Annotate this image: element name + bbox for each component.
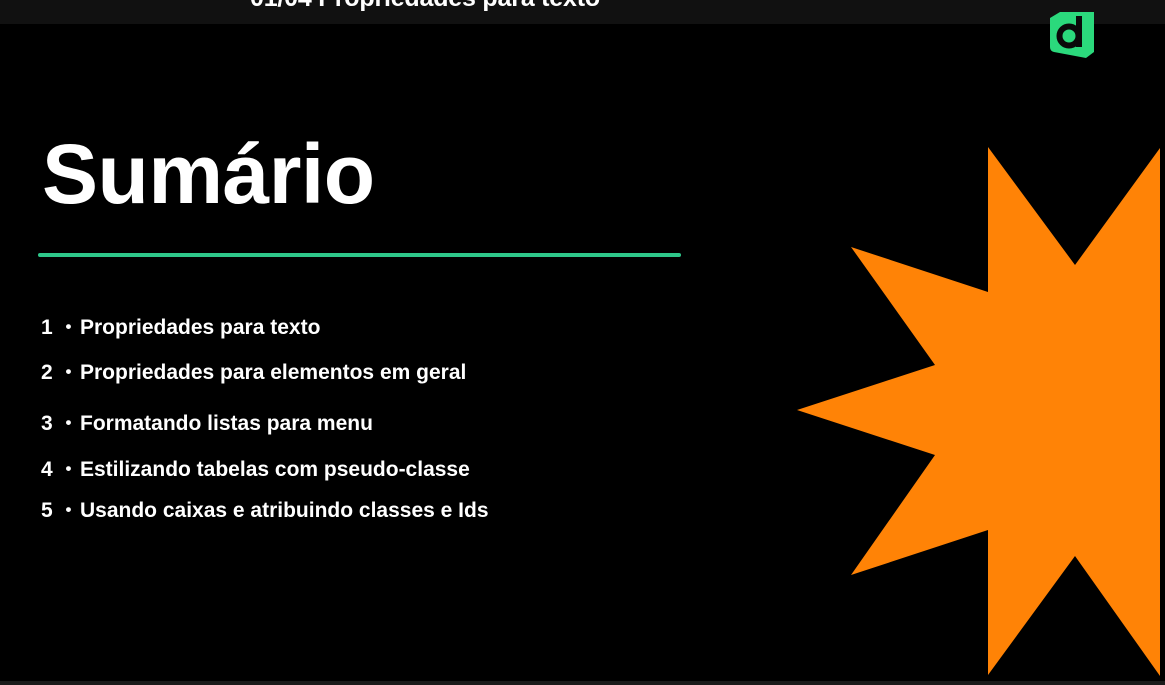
brand-logo-icon: [1046, 6, 1098, 58]
toc-item-number: 2: [41, 361, 53, 384]
toc-item: 4 • Estilizando tabelas com pseudo-classe: [41, 459, 470, 480]
video-title-bar: 01/04 Propriedades para texto: [0, 0, 1165, 24]
bullet-icon: •: [65, 317, 72, 336]
bullet-icon: •: [65, 500, 72, 519]
starburst-shape: [797, 147, 1160, 676]
toc-item-label: Estilizando tabelas com pseudo-classe: [80, 458, 470, 481]
toc-item-number: 1: [41, 316, 53, 339]
video-frame[interactable]: 01/04 Propriedades para texto Sumário 1 •…: [0, 0, 1165, 685]
toc-item-label: Usando caixas e atribuindo classes e Ids: [80, 499, 489, 522]
toc-item-label: Propriedades para texto: [80, 316, 321, 339]
bullet-icon: •: [65, 362, 72, 381]
video-bottom-edge: [0, 681, 1165, 685]
bullet-icon: •: [65, 413, 72, 432]
title-divider: [38, 253, 681, 257]
bullet-icon: •: [65, 459, 72, 478]
toc-item-label: Propriedades para elementos em geral: [80, 361, 467, 384]
toc-item-number: 3: [41, 412, 53, 435]
toc-item: 3 • Formatando listas para menu: [41, 413, 373, 434]
video-title: 01/04 Propriedades para texto: [250, 0, 600, 13]
toc-item-number: 4: [41, 458, 53, 481]
slide-title: Sumário: [42, 127, 375, 221]
toc-item: 2 • Propriedades para elementos em geral: [41, 362, 466, 383]
toc-item-number: 5: [41, 499, 53, 522]
toc-item-label: Formatando listas para menu: [80, 412, 373, 435]
toc-item: 1 • Propriedades para texto: [41, 317, 320, 338]
toc-item: 5 • Usando caixas e atribuindo classes e I…: [41, 500, 489, 521]
